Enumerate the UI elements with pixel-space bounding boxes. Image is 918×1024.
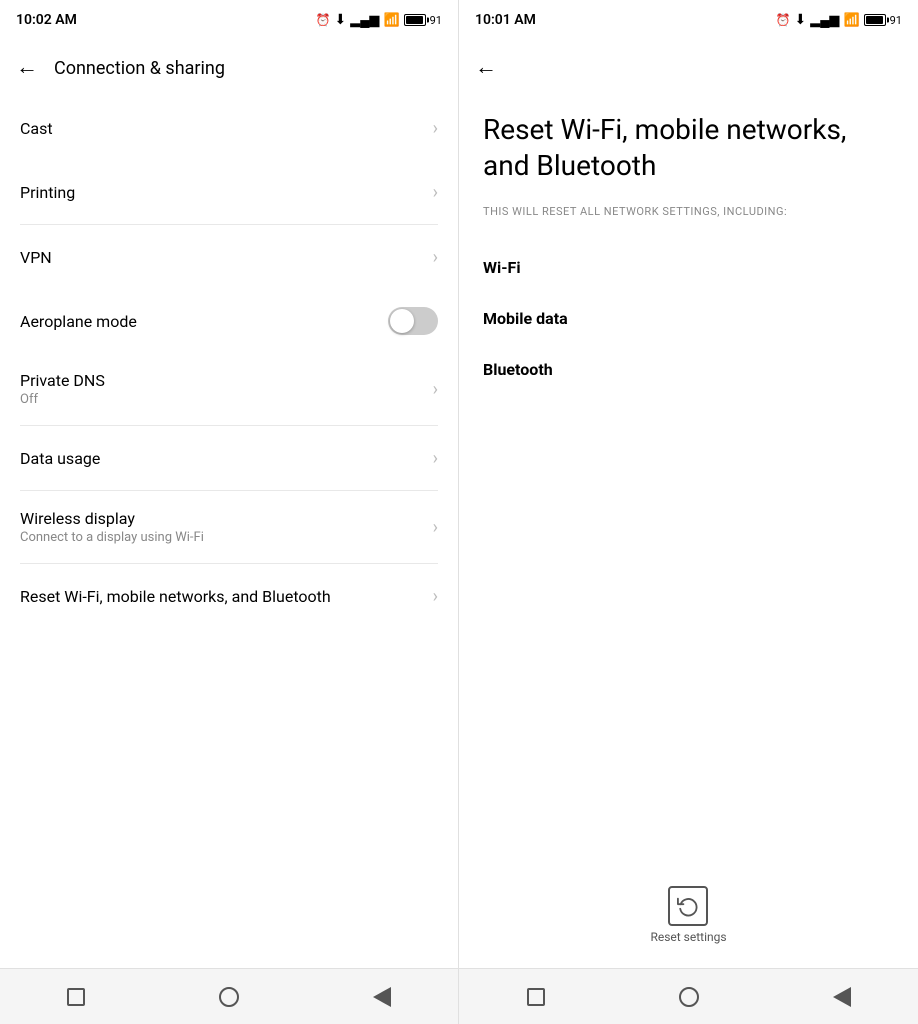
aeroplane-toggle-knob — [390, 309, 414, 333]
left-back-button[interactable]: ← — [16, 57, 38, 79]
battery-percent: 91 — [430, 14, 442, 27]
data-usage-item[interactable]: Data usage › — [0, 426, 458, 490]
reset-wifi-chevron: › — [433, 586, 438, 607]
private-dns-sub: Off — [20, 392, 105, 407]
left-panel: 10:02 AM ⏰ ⬇ ▂▄▆ 📶 91 ← Connection & sha… — [0, 0, 459, 1024]
printing-item[interactable]: Printing › — [0, 160, 458, 224]
left-header: ← Connection & sharing — [0, 40, 458, 96]
right-bottom-nav — [459, 968, 918, 1024]
reset-icon — [668, 886, 708, 926]
left-page-title: Connection & sharing — [54, 58, 225, 79]
reset-settings-label: Reset settings — [650, 930, 726, 944]
private-dns-item[interactable]: Private DNS Off › — [0, 353, 458, 425]
vpn-label: VPN — [20, 248, 52, 267]
wifi-icon: 📶 — [383, 13, 399, 28]
right-nav-back[interactable] — [817, 977, 867, 1017]
right-bottom-area: Reset settings — [459, 870, 918, 960]
download-icon: ⬇ — [334, 12, 346, 28]
left-nav-home[interactable] — [204, 977, 254, 1017]
left-nav-square[interactable] — [51, 977, 101, 1017]
right-spacer — [459, 499, 918, 870]
wifi-network-item: Wi-Fi — [483, 242, 894, 293]
reset-wifi-item[interactable]: Reset Wi-Fi, mobile networks, and Blueto… — [0, 564, 458, 628]
right-battery-icon — [864, 14, 886, 26]
signal-icon: ▂▄▆ — [350, 12, 379, 28]
right-panel: 10:01 AM ⏰ ⬇ ▂▄▆ 📶 91 ← Reset Wi-Fi, mob… — [459, 0, 918, 1024]
battery-icon — [404, 14, 426, 26]
private-dns-label: Private DNS — [20, 371, 105, 390]
printing-label: Printing — [20, 183, 75, 202]
wireless-display-chevron: › — [433, 517, 438, 538]
left-time: 10:02 AM — [16, 12, 77, 28]
data-usage-label: Data usage — [20, 449, 100, 468]
right-page-title: Reset Wi-Fi, mobile networks, and Blueto… — [483, 112, 894, 185]
right-download-icon: ⬇ — [794, 12, 806, 28]
cast-chevron: › — [433, 118, 438, 139]
right-status-icons: ⏰ ⬇ ▂▄▆ 📶 91 — [776, 12, 902, 28]
printing-chevron: › — [433, 182, 438, 203]
right-time: 10:01 AM — [475, 12, 536, 28]
right-status-bar: 10:01 AM ⏰ ⬇ ▂▄▆ 📶 91 — [459, 0, 918, 40]
cast-label: Cast — [20, 119, 53, 138]
right-nav-square[interactable] — [511, 977, 561, 1017]
private-dns-chevron: › — [433, 379, 438, 400]
data-usage-chevron: › — [433, 448, 438, 469]
right-signal-icon: ▂▄▆ — [810, 12, 839, 28]
alarm-icon: ⏰ — [316, 13, 331, 27]
left-status-bar: 10:02 AM ⏰ ⬇ ▂▄▆ 📶 91 — [0, 0, 458, 40]
right-subtitle: THIS WILL RESET ALL NETWORK SETTINGS, IN… — [483, 205, 894, 218]
right-battery-percent: 91 — [890, 14, 902, 27]
aeroplane-item[interactable]: Aeroplane mode — [0, 289, 458, 353]
left-status-icons: ⏰ ⬇ ▂▄▆ 📶 91 — [316, 12, 442, 28]
reset-wifi-label: Reset Wi-Fi, mobile networks, and Blueto… — [20, 587, 331, 606]
mobile-data-item: Mobile data — [483, 293, 894, 344]
vpn-chevron: › — [433, 247, 438, 268]
wireless-display-label: Wireless display — [20, 509, 204, 528]
cast-item[interactable]: Cast › — [0, 96, 458, 160]
vpn-item[interactable]: VPN › — [0, 225, 458, 289]
right-wifi-icon: 📶 — [843, 13, 859, 28]
aeroplane-label: Aeroplane mode — [20, 312, 137, 331]
right-alarm-icon: ⏰ — [776, 13, 791, 27]
wireless-display-sub: Connect to a display using Wi-Fi — [20, 530, 204, 545]
left-settings-list: Cast › Printing › VPN › Aeroplane mode — [0, 96, 458, 968]
left-nav-back[interactable] — [357, 977, 407, 1017]
reset-settings-button[interactable]: Reset settings — [650, 886, 726, 944]
right-header: ← — [459, 40, 918, 96]
wireless-display-item[interactable]: Wireless display Connect to a display us… — [0, 491, 458, 563]
right-back-button[interactable]: ← — [475, 57, 497, 79]
right-nav-home[interactable] — [664, 977, 714, 1017]
bluetooth-item: Bluetooth — [483, 344, 894, 395]
aeroplane-toggle[interactable] — [388, 307, 438, 335]
right-content: Reset Wi-Fi, mobile networks, and Blueto… — [459, 96, 918, 499]
reset-svg — [677, 895, 699, 917]
left-bottom-nav — [0, 968, 458, 1024]
